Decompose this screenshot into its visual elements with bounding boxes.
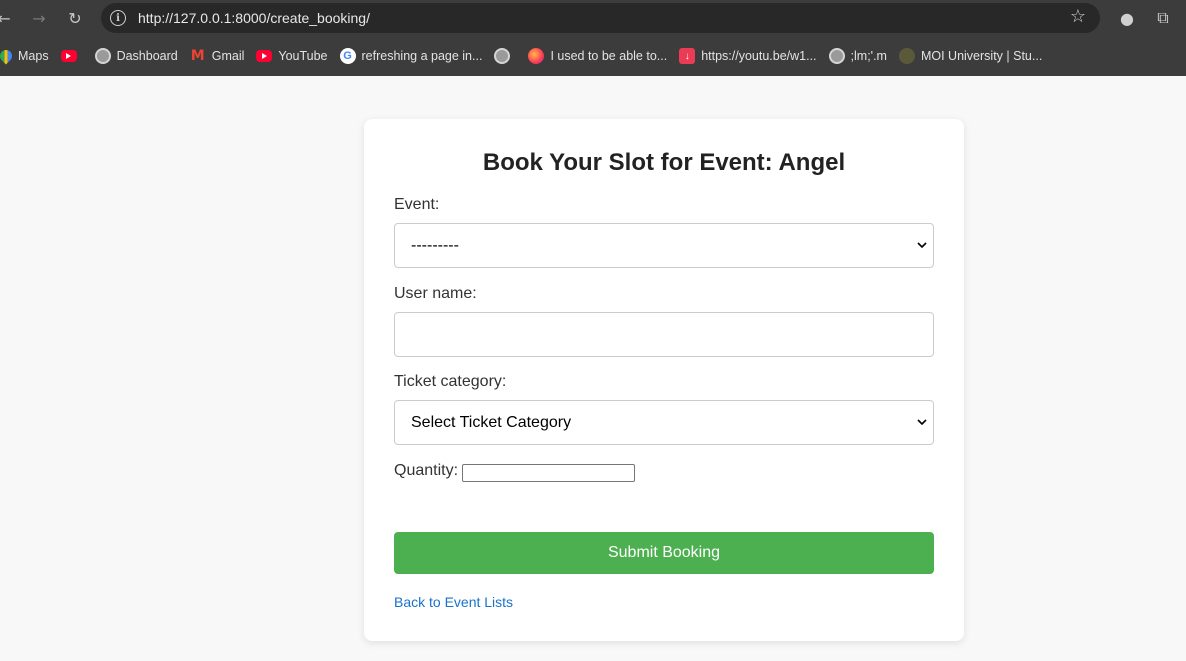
submit-booking-button[interactable]: Submit Booking [394, 532, 934, 574]
star-icon[interactable]: ☆ [1070, 6, 1086, 27]
download-icon: ↓ [679, 48, 696, 64]
puzzle-icon[interactable]: ⧉ [1151, 6, 1175, 30]
bookmarks-bar: Maps Dashboard M Gmail YouTube G refresh… [0, 36, 1186, 76]
chevron-down-icon [917, 419, 927, 426]
bookmark-label: Gmail [211, 49, 245, 63]
bookmark-firefox[interactable]: I used to be able to... [524, 42, 675, 70]
bookmark-maps[interactable]: Maps [0, 42, 57, 70]
moi-icon [898, 48, 915, 64]
youtube-icon [60, 50, 77, 62]
bookmark-dashboard[interactable]: Dashboard [91, 42, 186, 70]
bookmark-youtu-link[interactable]: ↓ https://youtu.be/w1... [675, 42, 824, 70]
username-input[interactable] [394, 312, 934, 357]
reload-icon[interactable]: ↻ [63, 6, 87, 30]
youtube-icon [256, 50, 273, 62]
back-to-event-lists-link[interactable]: Back to Event Lists [394, 594, 513, 610]
info-icon[interactable]: i [110, 10, 126, 26]
globe-icon [494, 48, 511, 64]
bookmark-gmail[interactable]: M Gmail [186, 42, 253, 70]
bookmark-label: YouTube [278, 49, 328, 63]
url-text[interactable]: http://127.0.0.1:8000/create_booking/ [138, 10, 370, 26]
event-select[interactable]: --------- [394, 223, 934, 268]
booking-card: Book Your Slot for Event: Angel Event: -… [364, 119, 964, 641]
bookmark-label: refreshing a page in... [361, 49, 483, 63]
page-title: Book Your Slot for Event: Angel [482, 149, 846, 176]
bookmark-label: https://youtu.be/w1... [701, 49, 817, 63]
maps-icon [0, 47, 15, 65]
address-bar[interactable]: i http://127.0.0.1:8000/create_booking/ … [101, 3, 1100, 33]
bookmark-lm[interactable]: ;lm;'.m [825, 42, 895, 70]
bookmark-refreshing[interactable]: G refreshing a page in... [336, 42, 491, 70]
bookmark-label: Dashboard [116, 49, 178, 63]
browser-toolbar: ← → ↻ i http://127.0.0.1:8000/create_boo… [0, 0, 1186, 36]
bookmark-label: ;lm;'.m [850, 49, 887, 63]
google-icon: G [339, 48, 356, 64]
quantity-input[interactable] [462, 464, 635, 482]
chevron-down-icon [917, 242, 927, 249]
forward-arrow-icon[interactable]: → [27, 6, 51, 30]
firefox-icon [528, 48, 545, 64]
bookmark-moi[interactable]: MOI University | Stu... [895, 42, 1050, 70]
gmail-icon: M [190, 48, 205, 64]
username-label: User name: [394, 285, 477, 302]
extension-icon[interactable]: ● [1115, 6, 1139, 30]
globe-icon [828, 48, 845, 64]
ticket-category-label: Ticket category: [394, 373, 507, 390]
bookmark-youtube[interactable]: YouTube [252, 42, 335, 70]
event-select-value: --------- [411, 236, 459, 254]
quantity-label: Quantity: [394, 462, 459, 479]
event-label: Event: [394, 196, 440, 213]
bookmark-label: MOI University | Stu... [920, 49, 1043, 63]
bookmark-label: Maps [18, 49, 49, 63]
back-arrow-icon[interactable]: ← [0, 6, 16, 30]
globe-icon [94, 48, 111, 64]
bookmark-youtube-shortcut[interactable] [57, 42, 91, 70]
ticket-category-select[interactable]: Select Ticket Category [394, 400, 934, 445]
bookmark-globe[interactable] [490, 42, 524, 70]
bookmark-label: I used to be able to... [550, 49, 668, 63]
ticket-category-value: Select Ticket Category [411, 413, 572, 431]
